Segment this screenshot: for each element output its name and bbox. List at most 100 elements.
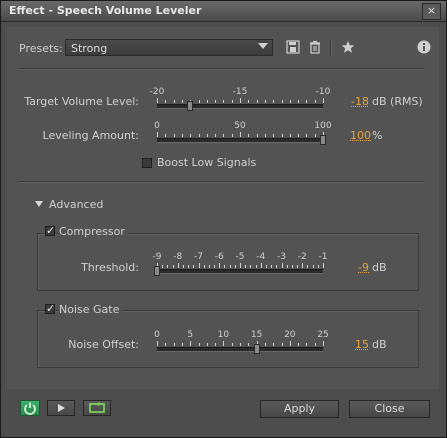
tick-mark <box>245 265 247 268</box>
tick-mark <box>248 100 250 103</box>
trash-icon[interactable] <box>307 40 323 56</box>
tick-mark <box>264 100 266 103</box>
noise-gate-label: Noise Gate <box>59 303 123 316</box>
tick-mark <box>281 134 283 137</box>
boost-low-signals-label: Boost Low Signals <box>157 156 257 169</box>
tick-mark <box>173 100 175 103</box>
tick-label: -5 <box>235 252 245 262</box>
tick-mark <box>173 343 175 346</box>
tick-label: -6 <box>214 252 224 262</box>
tick-label: -2 <box>297 252 307 262</box>
slider-thumb[interactable] <box>187 101 194 111</box>
window-title: Effect - Speech Volume Leveler <box>9 4 202 17</box>
noise-offset-slider[interactable]: 0 5 10 15 20 25 <box>151 330 329 354</box>
tick-label: -7 <box>194 252 203 262</box>
tick-mark <box>286 265 288 268</box>
tick-mark <box>206 100 208 103</box>
apply-button[interactable]: Apply <box>260 400 339 418</box>
leveling-amount-unit: % <box>372 129 383 142</box>
tick-mark <box>281 100 283 103</box>
tick-mark <box>323 341 324 346</box>
tick-mark <box>306 100 308 103</box>
tick-mark <box>250 265 252 268</box>
slider-thumb[interactable] <box>320 135 326 145</box>
tick-mark <box>165 134 167 137</box>
tick-mark <box>181 134 183 137</box>
slider-thumb[interactable] <box>253 344 260 354</box>
tick-mark <box>215 100 217 103</box>
tick-mark <box>193 265 195 268</box>
tick-label: 25 <box>317 330 329 340</box>
tick-mark <box>273 134 275 137</box>
slider-thumb[interactable] <box>154 266 160 276</box>
tick-mark <box>203 265 205 268</box>
title-bar[interactable]: Effect - Speech Volume Leveler × <box>1 1 446 22</box>
star-icon[interactable] <box>340 40 356 56</box>
boost-low-signals-checkbox[interactable] <box>142 158 152 168</box>
tick-mark <box>177 263 179 268</box>
slider-track[interactable] <box>157 347 323 352</box>
tick-mark <box>271 265 273 268</box>
tick-label: 50 <box>234 121 246 131</box>
tick-mark <box>198 263 200 268</box>
tick-mark <box>298 134 300 137</box>
tick-mark <box>256 134 258 137</box>
effect-panel: Presets: Strong Target Volume Level: -20… <box>7 27 439 389</box>
tick-mark <box>302 263 304 268</box>
presets-dropdown[interactable]: Strong <box>65 39 273 56</box>
tick-mark <box>248 134 250 137</box>
tick-mark <box>231 100 233 103</box>
advanced-toggle[interactable]: Advanced <box>49 198 103 211</box>
tick-mark <box>206 134 208 137</box>
threshold-value[interactable]: -9 <box>357 261 369 274</box>
leveling-amount-slider[interactable]: 0 50 100 <box>151 121 332 145</box>
tick-mark <box>206 343 208 346</box>
disclosure-triangle-icon[interactable] <box>35 201 43 207</box>
power-toggle-button[interactable] <box>20 400 40 416</box>
tick-mark <box>231 343 233 346</box>
tick-mark <box>240 132 241 137</box>
tick-mark <box>289 134 291 137</box>
slider-track[interactable] <box>157 104 323 109</box>
tick-mark <box>165 100 167 103</box>
close-window-button[interactable]: × <box>422 3 441 20</box>
close-button[interactable]: Close <box>349 400 430 418</box>
tick-label: -15 <box>232 87 248 97</box>
tick-mark <box>157 341 158 346</box>
tick-marks <box>151 132 329 137</box>
compressor-checkbox[interactable]: ✓ <box>45 225 55 236</box>
section-divider <box>19 181 424 183</box>
target-volume-slider[interactable]: -20 -15 -10 <box>149 87 330 111</box>
save-preset-icon[interactable] <box>285 40 301 56</box>
tick-label: 0 <box>154 121 160 131</box>
tick-mark <box>291 265 293 268</box>
target-volume-value[interactable]: -18 <box>351 95 369 108</box>
tick-mark <box>219 263 221 268</box>
slider-track[interactable] <box>157 138 323 143</box>
tick-mark <box>215 134 217 137</box>
tick-mark <box>298 100 300 103</box>
tick-mark <box>307 265 309 268</box>
tick-mark <box>165 343 167 346</box>
tick-mark <box>214 265 216 268</box>
tick-mark <box>265 265 267 268</box>
play-preview-button[interactable] <box>47 400 75 416</box>
noise-offset-value[interactable]: 15 <box>355 338 369 351</box>
tick-marks <box>151 98 329 103</box>
tick-mark <box>264 134 266 137</box>
tick-mark <box>172 265 174 268</box>
loop-button[interactable] <box>83 400 111 416</box>
tick-mark <box>281 343 283 346</box>
noise-gate-checkbox[interactable]: ✓ <box>45 303 55 314</box>
info-icon[interactable] <box>416 40 432 56</box>
tick-mark <box>297 265 299 268</box>
section-divider <box>19 68 424 70</box>
tick-mark <box>208 265 210 268</box>
leveling-amount-value[interactable]: 100 <box>350 129 371 142</box>
tick-mark <box>273 343 275 346</box>
noise-offset-label: Noise Offset: <box>68 338 139 351</box>
tick-label: -20 <box>149 87 165 97</box>
tick-mark <box>312 265 314 268</box>
slider-track[interactable] <box>157 269 323 274</box>
threshold-slider[interactable]: -9 -8 -7 -6 -5 -4 -3 -2 -1 <box>151 252 329 276</box>
